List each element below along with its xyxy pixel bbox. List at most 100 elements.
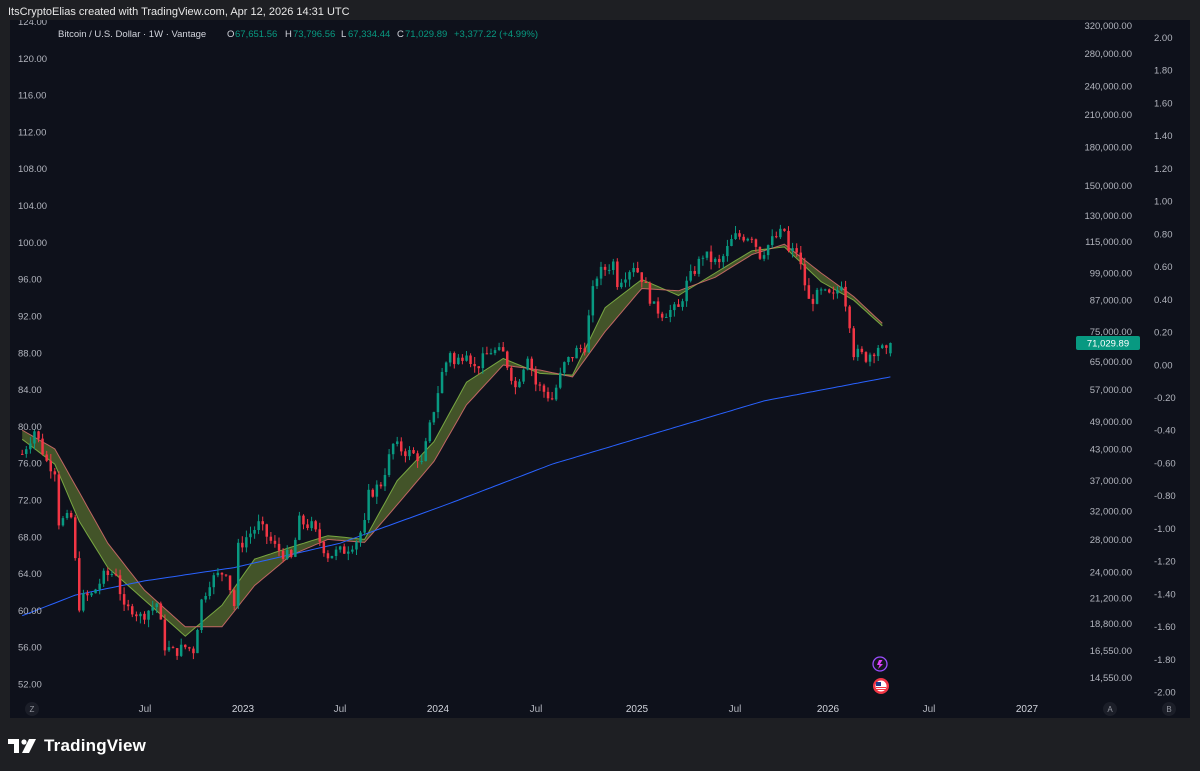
right-axis-tick: -0.20: [1154, 393, 1176, 404]
candle: [188, 646, 191, 652]
candle: [587, 309, 590, 353]
left-axis-tick: 92.00: [18, 311, 42, 322]
time-axis-tick: Jul: [530, 704, 543, 715]
candle: [224, 574, 228, 577]
candle: [139, 611, 142, 624]
candle: [799, 246, 802, 270]
candle: [98, 578, 101, 595]
candle: [424, 437, 427, 462]
time-axis-tick: Jul: [139, 704, 152, 715]
candle: [497, 342, 501, 352]
candle: [122, 587, 126, 611]
legend-symbol: Bitcoin / U.S. Dollar · 1W · Vantage: [58, 29, 206, 40]
candle: [848, 305, 851, 333]
candle: [408, 446, 411, 461]
symbol-legend: Bitcoin / U.S. Dollar · 1W · Vantage O 6…: [58, 29, 538, 40]
chart-svg[interactable]: 320,000.00 280,000.00 240,000.00 210,000.00…: [10, 17, 1190, 718]
candle: [644, 277, 648, 283]
chart-area[interactable]: 320,000.00 280,000.00 240,000.00 210,000.00…: [10, 17, 1190, 718]
candle: [400, 437, 403, 456]
left-axis-tick: 124.00: [18, 20, 47, 28]
candle: [726, 239, 729, 262]
candle: [131, 603, 134, 618]
right-axis-tick: -1.80: [1154, 655, 1176, 666]
time-axis-tick: Jul: [923, 704, 936, 715]
legend-low-value: 67,334.44: [348, 29, 390, 40]
axis-corner-label: Z: [30, 705, 35, 714]
us-flag-event-icon[interactable]: [873, 678, 889, 694]
header-caption: ItsCryptoElias created with TradingView.…: [8, 6, 350, 18]
candle: [823, 288, 827, 292]
legend-close-label: C: [397, 29, 404, 40]
candle: [681, 298, 684, 311]
lightning-event-icon[interactable]: [872, 656, 888, 672]
left-axis-tick: 120.00: [18, 54, 47, 65]
time-axis-tick: 2024: [427, 704, 450, 715]
candle: [269, 532, 273, 544]
price-axis-tick: 43,000.00: [1090, 444, 1132, 455]
candle: [554, 384, 558, 402]
candle: [632, 262, 635, 277]
candle: [143, 611, 146, 625]
candle: [718, 254, 721, 269]
candle: [885, 344, 888, 355]
candle: [469, 353, 472, 368]
candle: [673, 302, 676, 317]
candle: [412, 447, 415, 454]
candle: [65, 509, 69, 520]
candle: [815, 287, 819, 305]
candles-layer[interactable]: [21, 224, 892, 660]
candle: [196, 628, 199, 654]
candle: [652, 301, 656, 304]
candle: [526, 356, 529, 371]
legend-high-value: 73,796.56: [293, 29, 335, 40]
axis-corner-button-b[interactable]: B: [1162, 702, 1176, 716]
candle: [514, 377, 517, 395]
candle: [322, 540, 326, 557]
left-axis-tick: 76.00: [18, 459, 42, 470]
candle: [840, 281, 843, 292]
candle: [220, 572, 224, 582]
candle: [510, 365, 513, 385]
ribbon-fill: [22, 244, 883, 637]
candle: [184, 644, 187, 650]
candle: [559, 367, 562, 390]
candle: [522, 368, 525, 384]
time-axis-tick: 2025: [626, 704, 649, 715]
price-axis-tick: 37,000.00: [1090, 476, 1132, 487]
right-axis-tick: 0.80: [1154, 229, 1173, 240]
candle: [709, 245, 713, 270]
candle: [179, 638, 183, 657]
candle: [126, 599, 130, 611]
axis-corner-button-a[interactable]: A: [1103, 702, 1117, 716]
left-axis-tick: 88.00: [18, 348, 42, 359]
candle: [21, 449, 24, 455]
candle: [294, 537, 297, 558]
ribbon-fast-line: [21, 246, 883, 637]
candle: [579, 344, 582, 353]
right-axis-tick: -1.00: [1154, 524, 1176, 535]
candle: [771, 229, 774, 249]
candle: [693, 266, 696, 277]
price-axis-tick: 280,000.00: [1084, 49, 1132, 60]
candle: [567, 356, 570, 366]
candle: [722, 253, 725, 269]
price-axis-tick: 65,000.00: [1090, 357, 1132, 368]
time-axis-tick: 2023: [232, 704, 255, 715]
candle: [738, 230, 741, 240]
candle: [86, 590, 89, 601]
candle: [387, 449, 391, 478]
price-axis-tick: 115,000.00: [1085, 237, 1132, 248]
candle: [74, 514, 77, 561]
axis-corner-button-z[interactable]: Z: [25, 702, 39, 716]
candle: [648, 281, 652, 306]
candle: [404, 448, 407, 463]
right-axis-tick: -1.40: [1154, 589, 1176, 600]
ma-ribbon: [21, 243, 883, 637]
candle: [444, 361, 448, 376]
candle: [351, 545, 354, 554]
candle: [542, 383, 546, 398]
candle: [656, 297, 660, 319]
candle: [163, 614, 167, 656]
right-axis-tick: -1.60: [1154, 622, 1176, 633]
